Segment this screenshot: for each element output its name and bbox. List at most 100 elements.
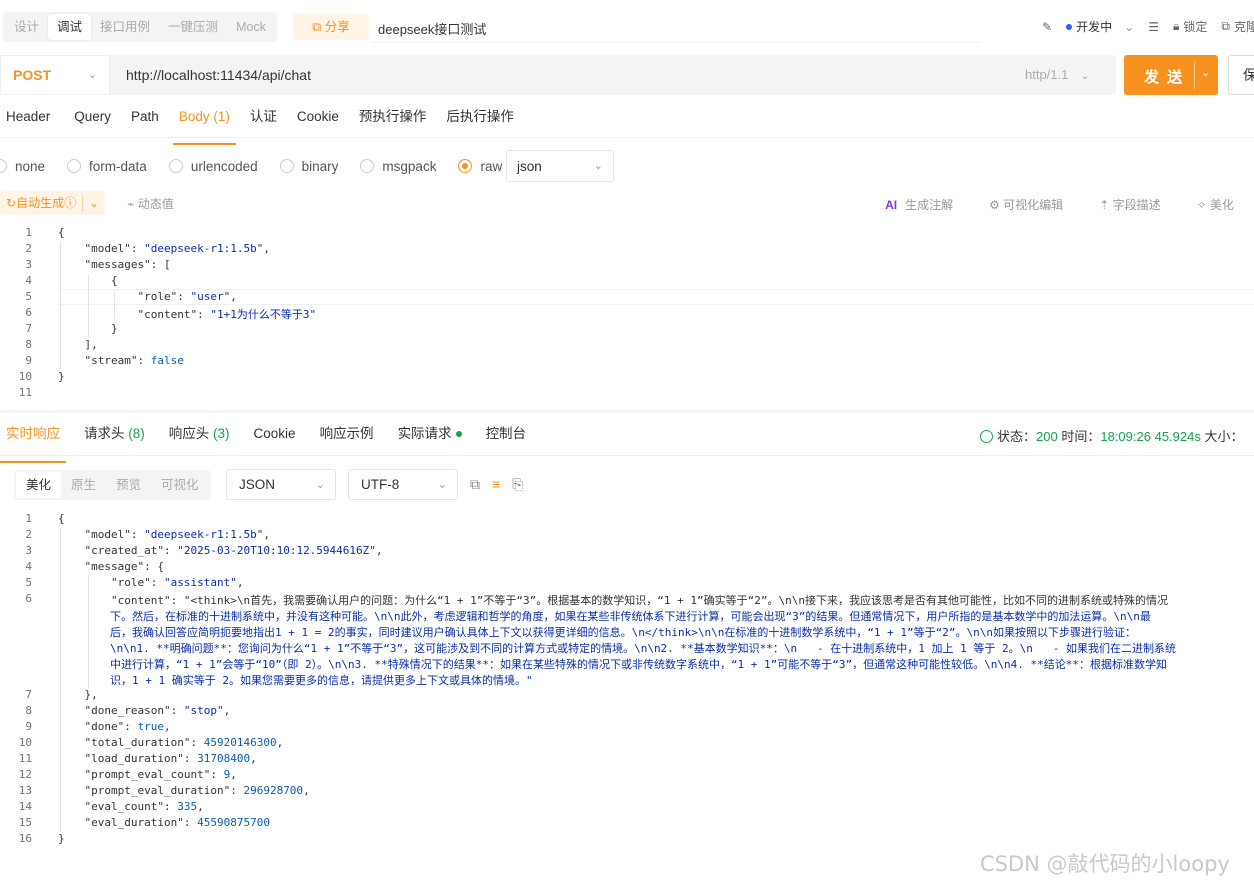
share-button[interactable]: ⧉ 分享 — [293, 14, 369, 40]
panel-divider — [0, 410, 1254, 413]
tab-actual-request[interactable]: 实际请求 — [392, 420, 468, 455]
tab-header[interactable]: Header — [0, 104, 56, 137]
body-type-radios: none form-data urlencoded binary msgpack… — [0, 152, 524, 180]
tab-design[interactable]: 设计 — [5, 14, 48, 40]
tab-path[interactable]: Path — [125, 104, 165, 137]
tab-realtime[interactable]: 实时响应 — [0, 420, 66, 463]
chevron-down-icon[interactable]: ⌄ — [1201, 66, 1210, 79]
method-select[interactable]: POST ⌄ — [0, 55, 110, 95]
env-status-label: 开发中 — [1076, 20, 1113, 34]
method-value: POST — [13, 67, 52, 83]
tab-debug[interactable]: 调试 — [48, 14, 92, 40]
code-line: "message": { — [84, 560, 164, 573]
radio-circle — [67, 159, 82, 173]
request-body-editor[interactable]: 1 {2 "model": "deepseek-r1:1.5b", 3 "messa… — [0, 226, 1254, 402]
save-icon[interactable]: ⎘ — [512, 476, 523, 493]
copy-icon[interactable]: ⧉ — [470, 476, 480, 493]
code-line: { — [58, 226, 65, 239]
url-bar: POST ⌄ http://localhost:11434/api/chat h… — [0, 55, 1116, 95]
autogen-row: ↻ 自动生成 ⓘ ⌄ ⌁ 动态值 — [0, 190, 174, 216]
url-input[interactable]: http://localhost:11434/api/chat — [126, 67, 311, 83]
response-format-value: JSON — [239, 477, 276, 492]
wrap-icon[interactable]: ≡ — [492, 476, 500, 493]
code-line: "prompt_eval_duration": 296928700, — [84, 784, 310, 797]
tab-cookie[interactable]: Cookie — [248, 420, 302, 455]
tab-resp-headers[interactable]: 响应头 (3) — [163, 420, 236, 455]
line-number: 3 — [25, 258, 32, 271]
tab-body[interactable]: Body (1) — [172, 104, 236, 145]
tab-mock[interactable]: Mock — [227, 14, 275, 40]
dynamic-value-button[interactable]: ⌁ 动态值 — [127, 195, 174, 212]
encoding-value: UTF-8 — [361, 477, 400, 492]
response-body-viewer[interactable]: 1 {2 "model": "deepseek-r1:1.5b", 3 "creat… — [0, 512, 1254, 852]
response-format-select[interactable]: JSON ⌄ — [226, 469, 336, 500]
tab-label: 请求头 — [84, 426, 125, 441]
radio-circle — [0, 159, 7, 173]
upload-icon: ⇡ — [1099, 198, 1113, 212]
clone-button[interactable]: ⧉ 克隆 — [1221, 18, 1254, 35]
save-button[interactable]: 保 — [1228, 55, 1254, 95]
lock-button[interactable]: 🔒︎ 锁定 — [1173, 18, 1207, 35]
beautify-label: 美化 — [1209, 198, 1234, 212]
view-visual[interactable]: 可视化 — [151, 472, 209, 498]
tab-req-headers[interactable]: 请求头 (8) — [78, 420, 151, 455]
radio-label: none — [15, 158, 46, 174]
tab-query[interactable]: Query — [68, 104, 117, 137]
code-line: "model": "deepseek-r1:1.5b", — [84, 242, 270, 255]
request-tabs: Header Query Path Body (1) 认证 Cookie 预执行… — [0, 104, 1254, 145]
autogen-button[interactable]: ↻ 自动生成 ⓘ ⌄ — [0, 191, 106, 215]
code-line: ], — [58, 338, 98, 351]
body-format-select[interactable]: json ⌄ — [506, 150, 614, 182]
tab-api-cases[interactable]: 接口用例 — [91, 14, 159, 40]
status-dot-icon — [1066, 23, 1073, 30]
tab-load-test[interactable]: 一键压测 — [159, 14, 227, 40]
clone-label: 克隆 — [1233, 20, 1254, 34]
tab-console[interactable]: 控制台 — [480, 420, 533, 455]
line-number: 5 — [25, 290, 32, 303]
edit-icon[interactable]: ✎ — [1042, 20, 1052, 34]
api-name-input[interactable]: deepseek接口测试 — [378, 19, 486, 38]
code-line: "prompt_eval_count": 9, — [84, 768, 237, 781]
tab-auth[interactable]: 认证 — [244, 104, 283, 137]
response-time: 18:09:26 — [1100, 429, 1151, 444]
beautify-button[interactable]: ✧ 美化 — [1197, 196, 1234, 213]
view-raw[interactable]: 原生 — [61, 472, 106, 498]
radio-binary[interactable]: binary — [279, 159, 338, 174]
radio-none[interactable]: none — [0, 159, 45, 174]
code-line-wrap: 后，我确认回答应简明扼要地指出1 + 1 = 2的事实，同时建议用户确认具体上下… — [110, 626, 1137, 639]
field-desc-button[interactable]: ⇡ 字段描述 — [1099, 196, 1160, 213]
chevron-down-icon: ⌄ — [1080, 70, 1090, 82]
current-line-highlight — [58, 289, 1254, 305]
http-version-select[interactable]: http/1.1 ⌄ — [1025, 67, 1090, 82]
chevron-down-icon[interactable]: ⌄ — [89, 191, 99, 215]
code-line-wrap: 下。然后，在标准的十进制系统中，并没有这种可能。\n\n此外，考虑逻辑和哲学的角… — [110, 610, 1151, 623]
encoding-select[interactable]: UTF-8 ⌄ — [348, 469, 458, 500]
code-line: "model": "deepseek-r1:1.5b", — [84, 528, 270, 541]
line-number: 14 — [18, 800, 32, 813]
tab-post-script[interactable]: 后执行操作 — [440, 104, 520, 137]
radio-form-data[interactable]: form-data — [67, 159, 147, 174]
tab-example[interactable]: 响应示例 — [314, 420, 380, 455]
gen-comment-button[interactable]: AI 生成注解 — [885, 196, 953, 213]
tab-pre-script[interactable]: 预执行操作 — [353, 104, 433, 137]
radio-urlencoded[interactable]: urlencoded — [168, 159, 258, 174]
radio-msgpack[interactable]: msgpack — [360, 159, 436, 174]
radio-label: raw — [480, 158, 503, 174]
code-line: { — [58, 274, 118, 287]
code-line: "load_duration": 31708400, — [84, 752, 257, 765]
view-beautify[interactable]: 美化 — [16, 472, 62, 498]
line-number: 4 — [25, 560, 32, 573]
line-number: 6 — [25, 592, 32, 605]
top-actions: ✎ 开发中 ⌄ ☰ 🔒︎ 锁定 ⧉ 克隆 — [1028, 18, 1254, 35]
http-version-value: http/1.1 — [1025, 67, 1069, 82]
env-status[interactable]: 开发中 ⌄ — [1066, 18, 1134, 35]
list-icon[interactable]: ☰ — [1148, 20, 1159, 34]
view-mode-switch: 美化 原生 预览 可视化 — [14, 470, 211, 500]
clone-icon: ⧉ — [1221, 19, 1230, 33]
visual-edit-button[interactable]: ⚙ 可视化编辑 — [989, 196, 1063, 213]
radio-label: msgpack — [382, 158, 437, 174]
send-button[interactable]: 发 送 ⌄ — [1124, 55, 1218, 95]
tab-cookie[interactable]: Cookie — [291, 104, 345, 137]
radio-raw[interactable]: raw — [458, 159, 502, 174]
view-preview[interactable]: 预览 — [106, 472, 151, 498]
